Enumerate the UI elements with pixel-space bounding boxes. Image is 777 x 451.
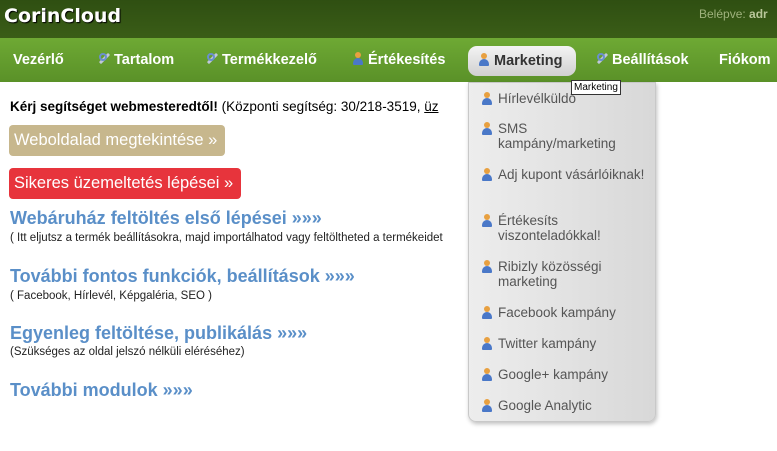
nav-item-ertekesites[interactable]: Értékesítés — [352, 38, 445, 82]
nav-label: Beállítások — [612, 52, 689, 68]
user-icon — [481, 306, 494, 319]
nav-label: Termékkezelő — [222, 52, 317, 68]
nav-item-beallitasok[interactable]: Beállítások — [596, 38, 689, 82]
user-icon — [481, 399, 494, 412]
section-link-modules[interactable]: További modulok »»» — [10, 380, 193, 401]
dropdown-item-googleplus[interactable]: Google+ kampány — [481, 367, 646, 382]
user-icon — [478, 53, 491, 66]
login-label: Belépve: — [699, 7, 746, 21]
section-desc-functions: ( Facebook, Hírlevél, Képgaléria, SEO ) — [10, 290, 212, 302]
dropdown-item-label: Facebook kampány — [498, 305, 616, 320]
nav-tooltip: Marketing — [571, 80, 621, 95]
login-user[interactable]: adr — [749, 7, 768, 21]
dropdown-item-label: SMS kampány/marketing — [498, 121, 616, 151]
section-desc-upload: ( Itt eljutsz a termék beállításokra, ma… — [10, 232, 443, 244]
dropdown-item-facebook[interactable]: Facebook kampány — [481, 305, 646, 320]
view-site-button[interactable]: Weboldalad megtekintése » — [9, 125, 226, 156]
nav-item-fiokom[interactable]: Fiókom — [719, 38, 771, 82]
dropdown-item-label: Ribizly közösségi marketing — [498, 259, 602, 289]
login-status: Belépve: adr — [699, 7, 768, 21]
nav-label: Tartalom — [114, 52, 175, 68]
nav-item-termekkezelo[interactable]: Termékkezelő — [206, 38, 317, 82]
dropdown-item-analytics[interactable]: Google Analytic — [481, 398, 646, 413]
main-nav: Vezérlő Tartalom Termékkezelő Értékesíté… — [0, 38, 777, 82]
brand-logo[interactable]: CorinCloud — [4, 5, 121, 27]
user-icon — [481, 92, 494, 105]
user-icon — [481, 168, 494, 181]
section-link-balance[interactable]: Egyenleg feltöltése, publikálás »»» — [10, 323, 307, 344]
user-icon — [481, 337, 494, 350]
dropdown-item-label: Twitter kampány — [498, 336, 597, 351]
user-icon — [352, 52, 365, 65]
nav-label: Marketing — [494, 53, 563, 69]
wrench-icon — [596, 52, 609, 65]
nav-label: Vezérlő — [13, 52, 64, 68]
section-desc-balance: (Szükséges az oldal jelszó nélküli eléré… — [10, 346, 245, 358]
nav-label: Fiókom — [719, 52, 771, 68]
dropdown-item-label: Google+ kampány — [498, 367, 608, 382]
dropdown-item-ribizly[interactable]: Ribizly közösségi marketing — [481, 259, 646, 289]
dropdown-item-twitter[interactable]: Twitter kampány — [481, 336, 646, 351]
dropdown-item-resellers[interactable]: Értékesíts viszonteladókkal! — [481, 213, 646, 243]
help-line: Kérj segítséget webmesteredtől! (Központ… — [10, 99, 438, 114]
section-link-upload[interactable]: Webáruház feltöltés első lépései »»» — [10, 208, 322, 229]
marketing-dropdown: Hírlevélküldő SMS kampány/marketing Adj … — [468, 82, 656, 422]
dropdown-item-label: Google Analytic — [498, 398, 592, 413]
user-icon — [481, 368, 494, 381]
nav-label: Értékesítés — [368, 52, 446, 68]
section-link-functions[interactable]: További fontos funkciók, beállítások »»» — [10, 266, 355, 287]
nav-item-tartalom[interactable]: Tartalom — [98, 38, 174, 82]
nav-item-marketing-label[interactable]: Marketing — [478, 46, 563, 76]
success-steps-button[interactable]: Sikeres üzemeltetés lépései » — [9, 168, 242, 199]
top-bar: CorinCloud Belépve: adr — [0, 0, 777, 38]
dropdown-item-newsletter[interactable]: Hírlevélküldő — [481, 91, 646, 106]
help-bold: Kérj segítséget webmesteredtől! — [10, 99, 218, 114]
dropdown-item-label: Értékesíts viszonteladókkal! — [498, 213, 601, 243]
help-link[interactable]: üz — [424, 99, 438, 114]
dropdown-item-coupon[interactable]: Adj kupont vásárlóiknak! — [481, 167, 646, 182]
dropdown-item-label: Adj kupont vásárlóiknak! — [498, 167, 645, 182]
user-icon — [481, 260, 494, 273]
user-icon — [481, 122, 494, 135]
help-text: (Központi segítség: 30/218-3519, — [217, 99, 425, 114]
dropdown-item-sms[interactable]: SMS kampány/marketing — [481, 121, 646, 151]
user-icon — [481, 214, 494, 227]
wrench-icon — [98, 52, 111, 65]
wrench-icon — [206, 52, 219, 65]
nav-item-vezerlo[interactable]: Vezérlő — [13, 38, 64, 82]
